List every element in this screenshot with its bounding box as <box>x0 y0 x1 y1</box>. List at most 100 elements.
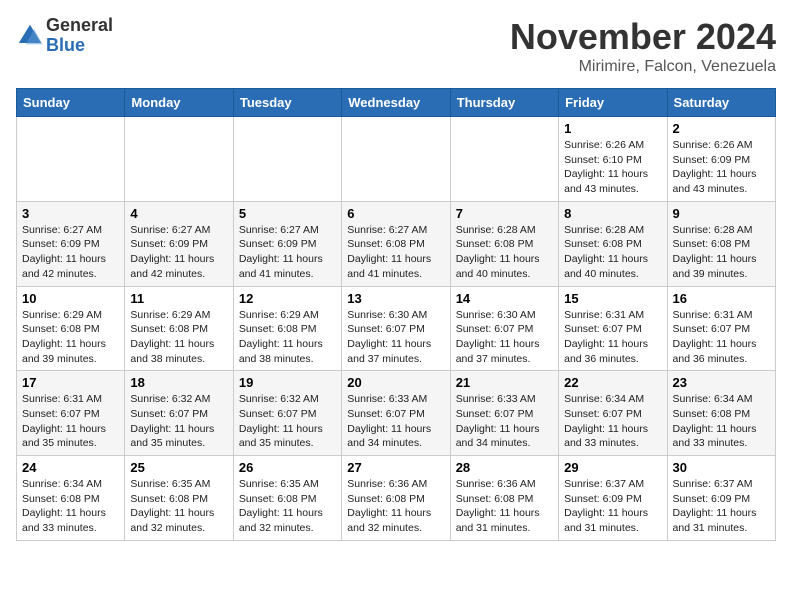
logo-general-text: General <box>46 16 113 36</box>
day-info: Sunrise: 6:36 AM Sunset: 6:08 PM Dayligh… <box>347 477 444 536</box>
calendar-cell: 14 Sunrise: 6:30 AM Sunset: 6:07 PM Dayli… <box>450 286 558 371</box>
day-number: 3 <box>22 206 119 221</box>
day-info: Sunrise: 6:27 AM Sunset: 6:09 PM Dayligh… <box>130 223 227 282</box>
day-number: 11 <box>130 291 227 306</box>
day-info: Sunrise: 6:37 AM Sunset: 6:09 PM Dayligh… <box>673 477 770 536</box>
weekday-header: Tuesday <box>233 89 341 117</box>
day-info: Sunrise: 6:29 AM Sunset: 6:08 PM Dayligh… <box>22 308 119 367</box>
day-info: Sunrise: 6:31 AM Sunset: 6:07 PM Dayligh… <box>22 392 119 451</box>
calendar-cell: 25Sunrise: 6:35 AM Sunset: 6:08 PM Dayli… <box>125 456 233 541</box>
day-info: Sunrise: 6:33 AM Sunset: 6:07 PM Dayligh… <box>456 392 553 451</box>
calendar-cell: 26 Sunrise: 6:35 AM Sunset: 6:08 PM Dayli… <box>233 456 341 541</box>
weekday-header: Wednesday <box>342 89 450 117</box>
day-info: Sunrise: 6:30 AM Sunset: 6:07 PM Dayligh… <box>347 308 444 367</box>
calendar-cell: 20 Sunrise: 6:33 AM Sunset: 6:07 PM Dayli… <box>342 371 450 456</box>
logo-icon <box>16 22 44 50</box>
calendar-header-row: SundayMondayTuesdayWednesdayThursdayFrid… <box>17 89 776 117</box>
day-info: Sunrise: 6:29 AM Sunset: 6:08 PM Dayligh… <box>239 308 336 367</box>
day-number: 22 <box>564 375 661 390</box>
calendar-week-row: 3 Sunrise: 6:27 AM Sunset: 6:09 PM Daylig… <box>17 201 776 286</box>
day-number: 17 <box>22 375 119 390</box>
calendar-cell <box>17 117 125 202</box>
calendar-cell: 16 Sunrise: 6:31 AM Sunset: 6:07 PM Dayli… <box>667 286 775 371</box>
day-number: 27 <box>347 460 444 475</box>
calendar-cell: 13 Sunrise: 6:30 AM Sunset: 6:07 PM Dayli… <box>342 286 450 371</box>
title-section: November 2024 Mirimire, Falcon, Venezuel… <box>510 16 776 76</box>
day-info: Sunrise: 6:29 AM Sunset: 6:08 PM Dayligh… <box>130 308 227 367</box>
weekday-header: Monday <box>125 89 233 117</box>
day-number: 28 <box>456 460 553 475</box>
location: Mirimire, Falcon, Venezuela <box>510 58 776 76</box>
day-number: 18 <box>130 375 227 390</box>
calendar-cell: 19 Sunrise: 6:32 AM Sunset: 6:07 PM Dayli… <box>233 371 341 456</box>
day-info: Sunrise: 6:35 AM Sunset: 6:08 PM Dayligh… <box>239 477 336 536</box>
calendar-week-row: 1 Sunrise: 6:26 AM Sunset: 6:10 PM Daylig… <box>17 117 776 202</box>
calendar-week-row: 17 Sunrise: 6:31 AM Sunset: 6:07 PM Dayli… <box>17 371 776 456</box>
calendar-cell <box>125 117 233 202</box>
calendar-cell: 22 Sunrise: 6:34 AM Sunset: 6:07 PM Dayli… <box>559 371 667 456</box>
day-info: Sunrise: 6:26 AM Sunset: 6:10 PM Dayligh… <box>564 138 661 197</box>
calendar-cell: 8 Sunrise: 6:28 AM Sunset: 6:08 PM Daylig… <box>559 201 667 286</box>
calendar-cell: 15 Sunrise: 6:31 AM Sunset: 6:07 PM Dayli… <box>559 286 667 371</box>
calendar-cell: 11 Sunrise: 6:29 AM Sunset: 6:08 PM Dayli… <box>125 286 233 371</box>
day-info: Sunrise: 6:28 AM Sunset: 6:08 PM Dayligh… <box>673 223 770 282</box>
day-info: Sunrise: 6:31 AM Sunset: 6:07 PM Dayligh… <box>673 308 770 367</box>
day-number: 10 <box>22 291 119 306</box>
day-number: 8 <box>564 206 661 221</box>
calendar-cell: 18Sunrise: 6:32 AM Sunset: 6:07 PM Dayli… <box>125 371 233 456</box>
day-number: 2 <box>673 121 770 136</box>
calendar-cell: 5Sunrise: 6:27 AM Sunset: 6:09 PM Daylig… <box>233 201 341 286</box>
day-number: 21 <box>456 375 553 390</box>
calendar-cell: 24 Sunrise: 6:34 AM Sunset: 6:08 PM Dayli… <box>17 456 125 541</box>
day-info: Sunrise: 6:28 AM Sunset: 6:08 PM Dayligh… <box>456 223 553 282</box>
calendar-week-row: 24 Sunrise: 6:34 AM Sunset: 6:08 PM Dayli… <box>17 456 776 541</box>
calendar-cell: 9Sunrise: 6:28 AM Sunset: 6:08 PM Daylig… <box>667 201 775 286</box>
weekday-header: Thursday <box>450 89 558 117</box>
calendar-week-row: 10 Sunrise: 6:29 AM Sunset: 6:08 PM Dayli… <box>17 286 776 371</box>
day-info: Sunrise: 6:27 AM Sunset: 6:08 PM Dayligh… <box>347 223 444 282</box>
calendar-cell: 21 Sunrise: 6:33 AM Sunset: 6:07 PM Dayli… <box>450 371 558 456</box>
day-number: 26 <box>239 460 336 475</box>
day-info: Sunrise: 6:34 AM Sunset: 6:07 PM Dayligh… <box>564 392 661 451</box>
calendar-cell: 27 Sunrise: 6:36 AM Sunset: 6:08 PM Dayli… <box>342 456 450 541</box>
logo-blue-text: Blue <box>46 36 113 56</box>
month-title: November 2024 <box>510 16 776 58</box>
calendar-cell: 29 Sunrise: 6:37 AM Sunset: 6:09 PM Dayli… <box>559 456 667 541</box>
day-number: 20 <box>347 375 444 390</box>
day-number: 19 <box>239 375 336 390</box>
day-info: Sunrise: 6:31 AM Sunset: 6:07 PM Dayligh… <box>564 308 661 367</box>
day-number: 13 <box>347 291 444 306</box>
calendar-cell <box>342 117 450 202</box>
day-info: Sunrise: 6:37 AM Sunset: 6:09 PM Dayligh… <box>564 477 661 536</box>
day-info: Sunrise: 6:30 AM Sunset: 6:07 PM Dayligh… <box>456 308 553 367</box>
calendar-cell: 12 Sunrise: 6:29 AM Sunset: 6:08 PM Dayli… <box>233 286 341 371</box>
calendar-cell: 23Sunrise: 6:34 AM Sunset: 6:08 PM Dayli… <box>667 371 775 456</box>
day-info: Sunrise: 6:33 AM Sunset: 6:07 PM Dayligh… <box>347 392 444 451</box>
weekday-header: Saturday <box>667 89 775 117</box>
day-number: 4 <box>130 206 227 221</box>
day-number: 7 <box>456 206 553 221</box>
calendar-table: SundayMondayTuesdayWednesdayThursdayFrid… <box>16 88 776 541</box>
day-number: 29 <box>564 460 661 475</box>
day-number: 12 <box>239 291 336 306</box>
day-info: Sunrise: 6:28 AM Sunset: 6:08 PM Dayligh… <box>564 223 661 282</box>
day-number: 24 <box>22 460 119 475</box>
calendar-cell: 3Sunrise: 6:27 AM Sunset: 6:09 PM Daylig… <box>17 201 125 286</box>
day-number: 16 <box>673 291 770 306</box>
day-number: 1 <box>564 121 661 136</box>
day-info: Sunrise: 6:32 AM Sunset: 6:07 PM Dayligh… <box>239 392 336 451</box>
day-number: 5 <box>239 206 336 221</box>
day-number: 14 <box>456 291 553 306</box>
day-info: Sunrise: 6:34 AM Sunset: 6:08 PM Dayligh… <box>22 477 119 536</box>
day-number: 15 <box>564 291 661 306</box>
calendar-cell <box>450 117 558 202</box>
day-info: Sunrise: 6:26 AM Sunset: 6:09 PM Dayligh… <box>673 138 770 197</box>
weekday-header: Sunday <box>17 89 125 117</box>
calendar-cell: 7 Sunrise: 6:28 AM Sunset: 6:08 PM Daylig… <box>450 201 558 286</box>
calendar-cell: 28Sunrise: 6:36 AM Sunset: 6:08 PM Dayli… <box>450 456 558 541</box>
calendar-cell: 17 Sunrise: 6:31 AM Sunset: 6:07 PM Dayli… <box>17 371 125 456</box>
calendar-cell <box>233 117 341 202</box>
day-info: Sunrise: 6:34 AM Sunset: 6:08 PM Dayligh… <box>673 392 770 451</box>
page-header: General Blue November 2024 Mirimire, Fal… <box>16 16 776 76</box>
logo: General Blue <box>16 16 113 56</box>
